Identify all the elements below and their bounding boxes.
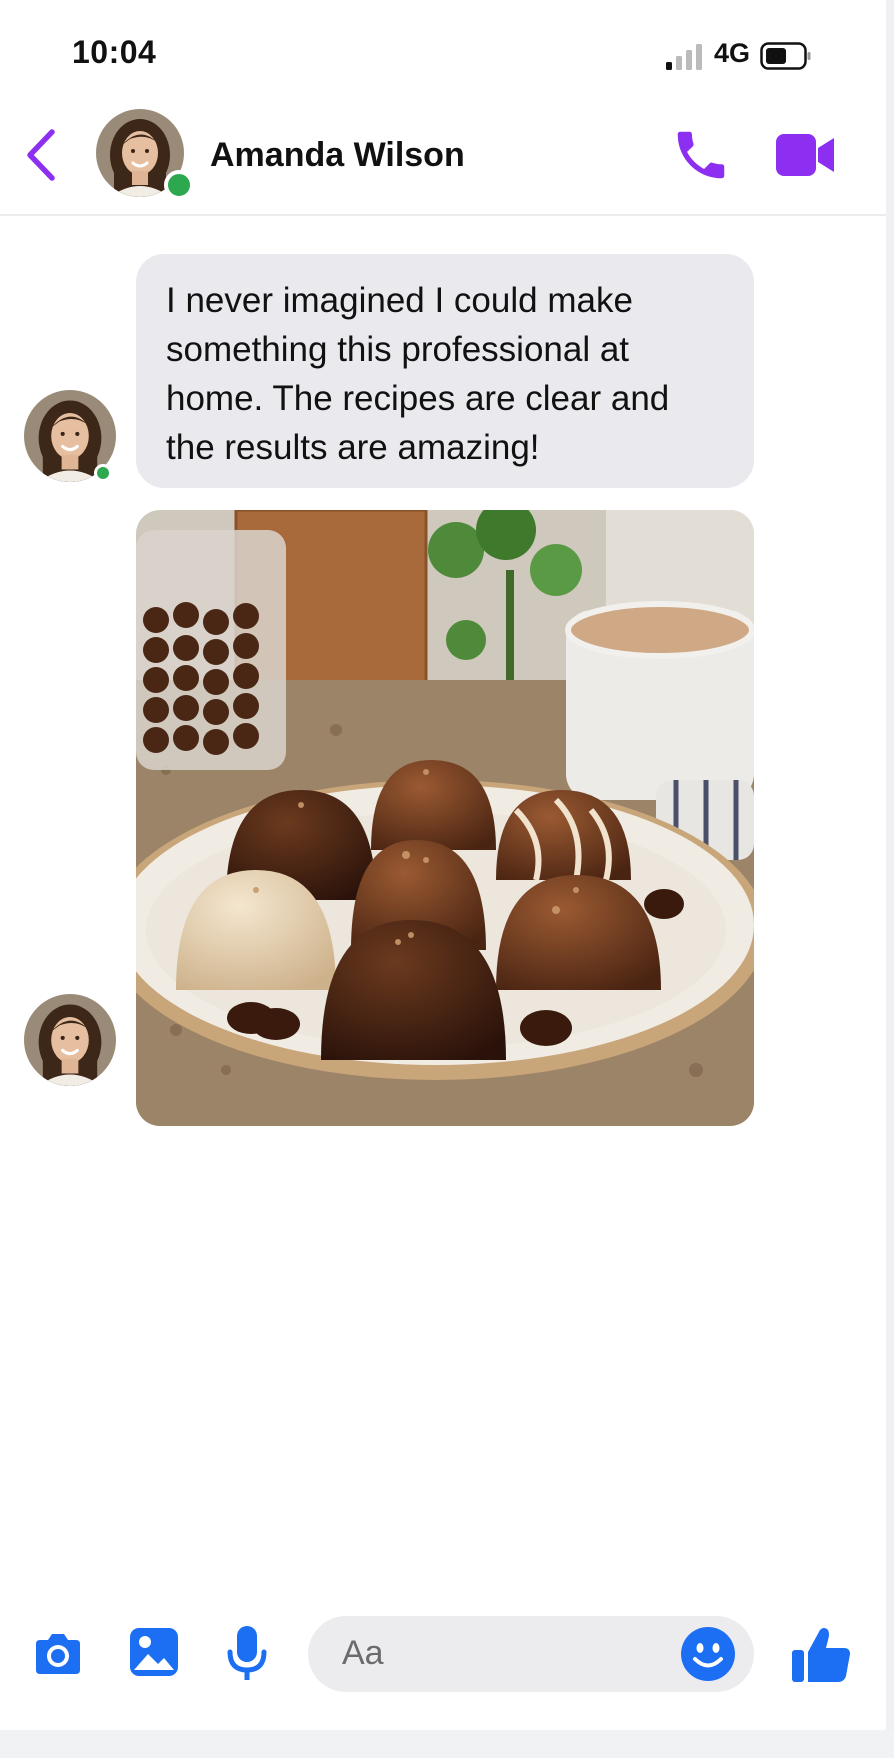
thumbs-up-icon[interactable] [790, 1624, 852, 1684]
gallery-icon[interactable] [128, 1626, 180, 1678]
online-status-dot [164, 170, 194, 200]
incoming-message-bubble[interactable]: I never imagined I could make something … [136, 254, 754, 488]
camera-icon[interactable] [30, 1626, 86, 1682]
status-time: 10:04 [72, 34, 157, 70]
sender-avatar[interactable] [24, 994, 116, 1086]
home-indicator-area [0, 1730, 894, 1758]
chat-header: Amanda Wilson [0, 96, 886, 216]
contact-name[interactable]: Amanda Wilson [210, 136, 465, 175]
back-chevron-icon[interactable] [22, 126, 62, 184]
avatar-portrait [24, 994, 116, 1086]
message-input-placeholder: Aa [342, 1634, 384, 1672]
battery-icon [760, 42, 811, 70]
emoji-icon[interactable] [680, 1626, 736, 1682]
network-label: 4G [714, 38, 751, 68]
photo-content [136, 510, 754, 1126]
online-status-dot [94, 464, 112, 482]
messenger-screen: 10:04 4G Amanda Wilson I never imagined … [0, 0, 886, 1730]
chocolate-bonbons-photo[interactable] [136, 510, 754, 1126]
screen-edge [886, 0, 894, 1758]
video-camera-icon[interactable] [774, 126, 836, 184]
microphone-icon[interactable] [226, 1624, 268, 1684]
message-input[interactable]: Aa [308, 1616, 754, 1692]
signal-icon [666, 44, 702, 70]
phone-icon[interactable] [670, 124, 732, 186]
